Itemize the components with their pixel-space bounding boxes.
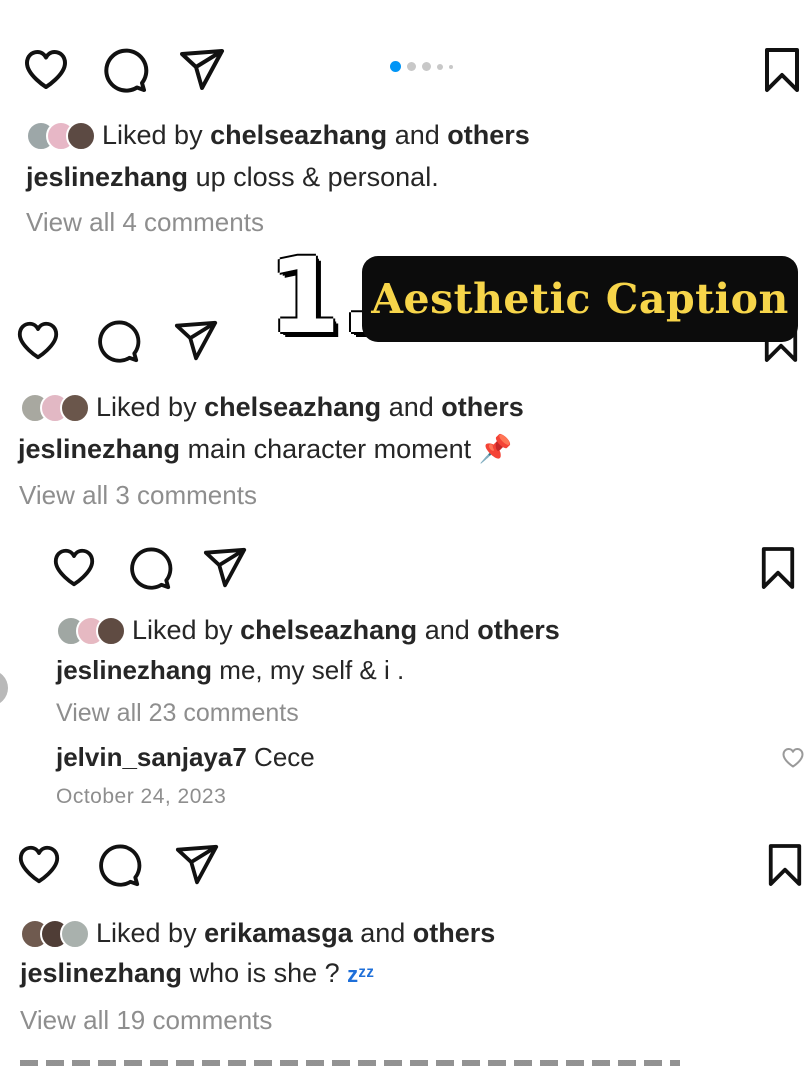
post-caption: jeslinezhang who is she ? zᶻᶻ [20,958,374,989]
bookmark-icon[interactable] [766,842,804,888]
and-label: and [360,918,406,948]
share-icon[interactable] [174,842,220,888]
liked-by-label: Liked by [96,918,197,948]
caption-username[interactable]: jeslinezhang [20,958,182,988]
cut-off-comment [20,1052,680,1066]
comment-icon[interactable] [96,842,142,888]
view-all-comments-link[interactable]: View all 19 comments [20,1005,272,1036]
others-link[interactable]: others [413,918,496,949]
post-4: Liked by erikamasga and others jeslinezh… [0,0,812,1080]
liker-username[interactable]: erikamasga [204,918,353,949]
caption-text: who is she ? [189,958,348,988]
sleep-emoji: zᶻᶻ [347,962,375,987]
liker-avatars [20,918,90,949]
heart-icon[interactable] [16,842,62,888]
likes-line: Liked by erikamasga and others [20,918,495,949]
avatar [60,918,90,949]
